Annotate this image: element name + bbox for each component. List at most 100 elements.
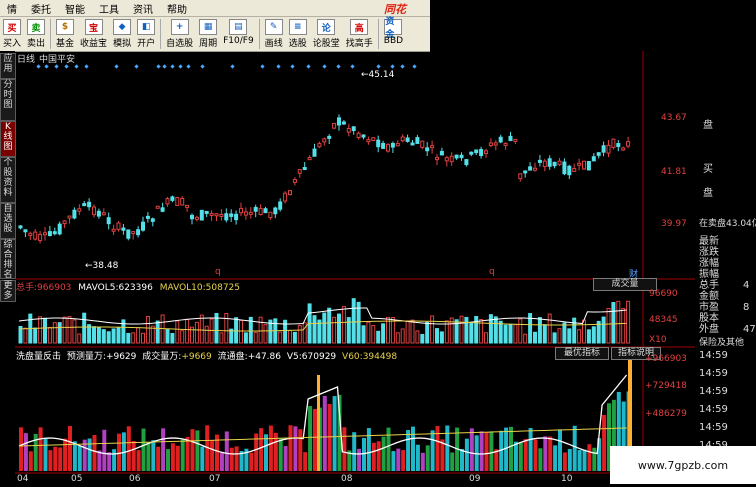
candle-body [508,135,513,142]
candle-body [513,138,518,142]
candle-body [322,138,327,143]
toolbar-button[interactable]: 买买入 [0,17,24,49]
watermark: www.7gpzb.com [610,446,756,484]
toolbar-icon: ◧ [137,19,156,35]
signal-marker [390,64,395,69]
signal-marker [376,64,381,69]
signal-marker [290,64,295,69]
menu-item[interactable]: 帮助 [160,1,194,16]
indicator-bar [538,448,543,471]
candle-body [273,207,278,215]
indicator-bar [577,449,582,471]
volume-select-button[interactable]: 成交量 [593,278,657,291]
volume-bar [194,321,199,344]
volume-bar [351,298,356,344]
tab-0[interactable]: 应用 [0,53,16,79]
indicator-bar [72,441,77,471]
toolbar-separator [377,19,379,49]
toolbar-button[interactable]: ≡ 选股 [286,17,310,49]
volume-bar [621,307,626,344]
volume-bar [47,326,52,344]
toolbar-button[interactable]: ▦ 周期 [196,17,220,49]
candle-body [96,210,101,217]
toolbar-button[interactable]: ✎ 画线 [262,17,286,49]
volume-bar [224,313,229,344]
candle-body [106,217,111,225]
indicator-bar [264,434,268,471]
toolbar-label: 开户 [137,39,156,49]
candle-body [160,207,165,212]
chart-area: 日线 中国平安 ←45.14 ←38.48 q q 财 43.67 41.81 … [15,51,695,487]
candle-body [611,138,616,148]
menu-item[interactable]: 情 [0,1,24,16]
candle-body [547,158,552,167]
volume-bar [577,329,582,344]
candle-body [278,201,283,210]
indicator-bar [219,452,224,471]
indicator-bar [156,446,161,471]
indicator-bar [126,426,131,471]
candle-body [341,121,346,125]
volume-bar [57,322,62,344]
quote-value: 4 [743,280,750,291]
candle-body [150,218,155,222]
volume-bar [145,316,150,344]
tab-4[interactable]: 自选股 [0,203,16,239]
menu-item[interactable]: 智能 [58,1,92,16]
tab-3[interactable]: 个股资料 [0,157,16,203]
toolbar-separator [160,19,162,49]
indicator-bar [543,436,548,471]
toolbar-button[interactable]: ▤ F10/F9 [220,17,257,46]
indicator-bar [332,396,337,471]
toolbar-button[interactable]: 高找高手 [343,17,376,49]
month-tick: 10 [561,474,573,484]
indicator-bar [48,450,53,471]
toolbar-button[interactable]: $ 基金 [53,17,77,49]
tab-6[interactable]: 更多 [0,280,16,302]
toolbar-button[interactable]: + 自选股 [163,17,196,49]
tab-2[interactable]: K线图 [0,121,16,157]
candle-body [332,122,337,129]
toolbar-button[interactable]: 宝收益宝 [77,17,110,49]
toolbar-button[interactable]: 卖卖出 [24,17,48,49]
indicator-bar [362,437,366,471]
price-tick: 39.97 [661,219,687,229]
candle-body [116,222,121,230]
candle-body [591,156,596,162]
menu-bar: 情委托 智能 工具 资讯 帮助 [0,0,430,17]
volume-bar [92,326,96,344]
month-tick: 09 [469,474,481,484]
toolbar-label: 周期 [199,39,218,49]
candle-body [258,207,263,215]
volume-bar [209,318,214,344]
indicator-bar [411,426,415,471]
volume-bar [459,315,464,344]
toolbar-label: 选股 [288,39,307,49]
toolbar-button[interactable]: 资金 BBD [381,17,406,46]
toolbar-button[interactable]: 论论股堂 [310,17,343,49]
menu-item[interactable]: 委托 [24,1,58,16]
volume-bar [415,330,420,344]
candle-body [337,117,341,126]
indicator-bar [249,452,254,471]
volume-bar [297,325,302,344]
menu-item[interactable]: 工具 [92,1,126,16]
toolbar-button[interactable]: ◧ 开户 [134,17,158,49]
toolbar-icon: + [170,19,189,35]
candle-body [180,197,185,206]
indicator-bar [141,428,146,471]
tab-1[interactable]: 分时图 [0,79,16,121]
best-indicator-button[interactable]: 最优指标 [555,347,609,360]
toolbar-button[interactable]: ◆ 模拟 [110,17,134,49]
candle-body [586,161,591,171]
menu-item[interactable]: 资讯 [126,1,160,16]
candle-body [474,149,479,154]
quote-value: 47 [743,324,756,335]
volume-bar [567,328,572,344]
toolbar-label: 论股堂 [312,39,340,49]
candle-body [425,147,430,152]
indicator-bar [386,427,391,471]
volume-bar [77,333,82,344]
candle-body [430,145,435,149]
tab-5[interactable]: 综合排名 [0,239,16,280]
